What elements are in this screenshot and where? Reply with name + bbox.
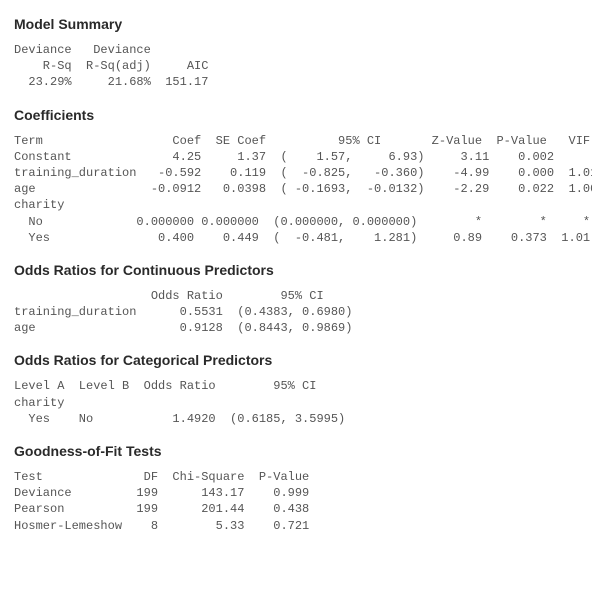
- odds-categorical-table: Level A Level B Odds Ratio 95% CI charit…: [14, 378, 578, 427]
- odds-continuous-heading: Odds Ratios for Continuous Predictors: [14, 262, 578, 278]
- model-summary-table: Deviance Deviance R-Sq R-Sq(adj) AIC 23.…: [14, 42, 578, 91]
- odds-continuous-table: Odds Ratio 95% CI training_duration 0.55…: [14, 288, 578, 337]
- gof-heading: Goodness-of-Fit Tests: [14, 443, 578, 459]
- gof-table: Test DF Chi-Square P-Value Deviance 199 …: [14, 469, 578, 534]
- coefficients-table: Term Coef SE Coef 95% CI Z-Value P-Value…: [14, 133, 578, 246]
- coefficients-heading: Coefficients: [14, 107, 578, 123]
- odds-categorical-heading: Odds Ratios for Categorical Predictors: [14, 352, 578, 368]
- model-summary-heading: Model Summary: [14, 16, 578, 32]
